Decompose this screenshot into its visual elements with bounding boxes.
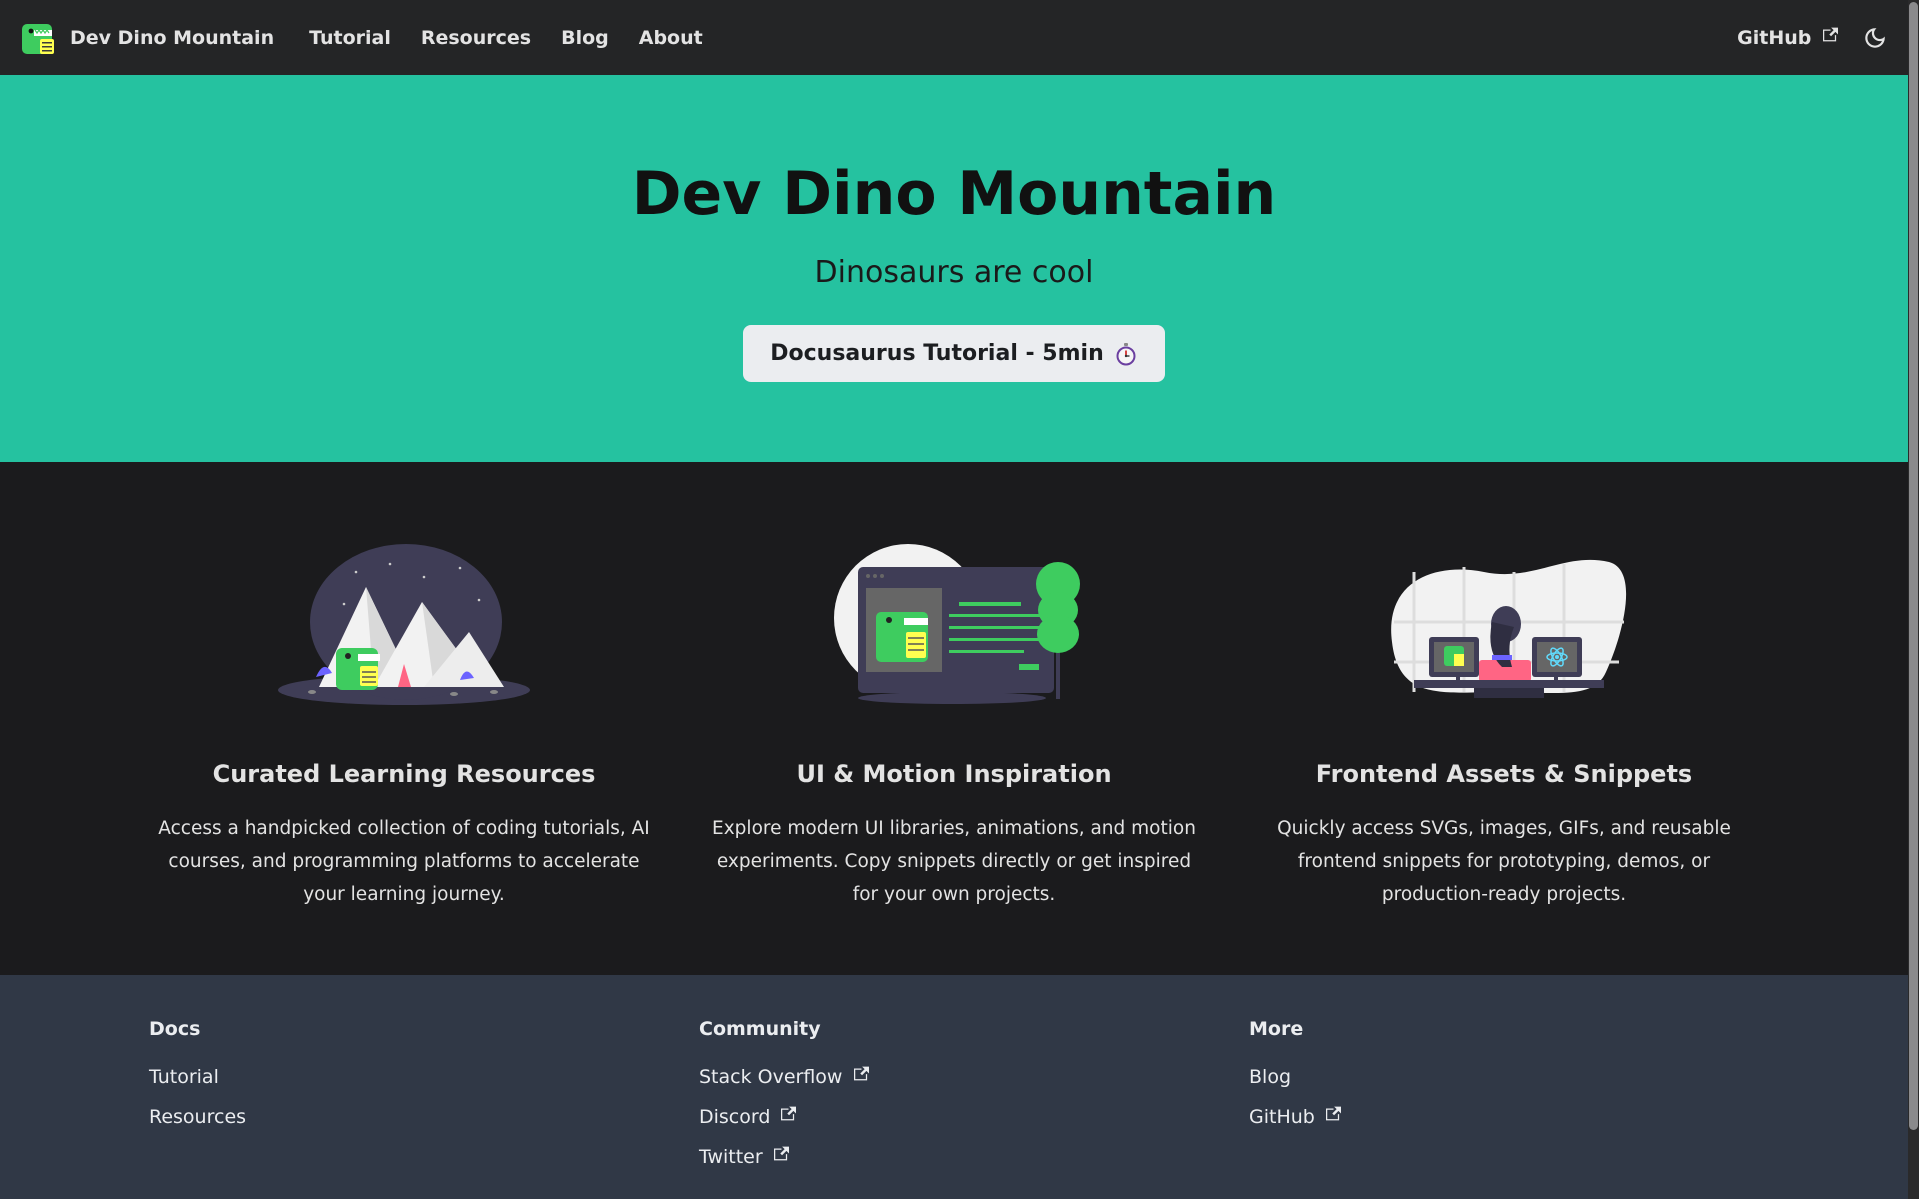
footer-column-docs: Docs Tutorial Resources	[149, 1018, 246, 1144]
nav-link-tutorial[interactable]: Tutorial	[309, 27, 391, 49]
navbar: Dev Dino Mountain Tutorial Resources Blo…	[0, 0, 1908, 75]
external-link-icon	[781, 1106, 797, 1121]
footer-link-blog[interactable]: Blog	[1249, 1064, 1341, 1090]
hero-banner: Dev Dino Mountain Dinosaurs are cool Doc…	[0, 75, 1908, 462]
tutorial-button[interactable]: Docusaurus Tutorial - 5min	[743, 325, 1165, 382]
features-section: Curated Learning Resources Access a hand…	[0, 462, 1908, 975]
footer-link-discord[interactable]: Discord	[699, 1104, 869, 1130]
dino-mountain-illustration	[278, 544, 530, 705]
moon-icon[interactable]	[1862, 25, 1888, 51]
footer-column-more: More Blog GitHub	[1249, 1018, 1341, 1144]
footer-link-label: Twitter	[699, 1146, 763, 1168]
nav-link-blog[interactable]: Blog	[561, 27, 609, 49]
nav-link-about[interactable]: About	[639, 27, 703, 49]
tutorial-button-label: Docusaurus Tutorial - 5min	[770, 341, 1104, 366]
footer-link-github[interactable]: GitHub	[1249, 1104, 1341, 1130]
feature-description: Access a handpicked collection of coding…	[158, 818, 650, 905]
brand-link[interactable]: Dev Dino Mountain	[20, 20, 274, 56]
footer-link-twitter[interactable]: Twitter	[699, 1144, 869, 1170]
footer: Docs Tutorial Resources Community Stack …	[0, 975, 1908, 1199]
nav-links: Tutorial Resources Blog About	[309, 27, 703, 49]
feature-description: Quickly access SVGs, images, GIFs, and r…	[1277, 818, 1731, 905]
dino-react-illustration	[1391, 559, 1627, 698]
nav-link-github[interactable]: GitHub	[1737, 27, 1838, 49]
footer-link-stack-overflow[interactable]: Stack Overflow	[699, 1064, 869, 1090]
stopwatch-icon	[1116, 342, 1136, 365]
footer-link-label: Stack Overflow	[699, 1066, 843, 1088]
footer-column-title: Community	[699, 1018, 821, 1040]
feature-title: Frontend Assets & Snippets	[1315, 760, 1693, 788]
feature-title: UI & Motion Inspiration	[796, 760, 1112, 788]
nav-right: GitHub	[1737, 25, 1888, 51]
hero-subtitle: Dinosaurs are cool	[814, 255, 1094, 290]
scrollbar-thumb[interactable]	[1909, 2, 1918, 1130]
nav-link-resources[interactable]: Resources	[421, 27, 531, 49]
external-link-icon	[773, 1146, 789, 1161]
footer-column-community: Community Stack Overflow Discord Twitter	[699, 1018, 869, 1184]
feature-description: Explore modern UI libraries, animations,…	[712, 818, 1196, 905]
nav-github-label: GitHub	[1737, 26, 1812, 49]
brand-title: Dev Dino Mountain	[70, 26, 275, 49]
footer-link-label: GitHub	[1249, 1106, 1315, 1128]
external-link-icon	[1823, 27, 1838, 41]
dino-tree-illustration	[834, 544, 1080, 704]
footer-link-resources[interactable]: Resources	[149, 1104, 246, 1130]
footer-column-title: More	[1249, 1018, 1304, 1040]
footer-column-title: Docs	[149, 1018, 201, 1040]
hero-title: Dev Dino Mountain	[631, 159, 1277, 229]
feature-title: Curated Learning Resources	[212, 760, 596, 788]
external-link-icon	[1325, 1106, 1341, 1121]
external-link-icon	[853, 1066, 869, 1081]
footer-link-tutorial[interactable]: Tutorial	[149, 1064, 246, 1090]
page-scrollbar[interactable]	[1908, 0, 1919, 1199]
dino-logo-icon	[22, 23, 54, 54]
footer-link-label: Discord	[699, 1106, 771, 1128]
